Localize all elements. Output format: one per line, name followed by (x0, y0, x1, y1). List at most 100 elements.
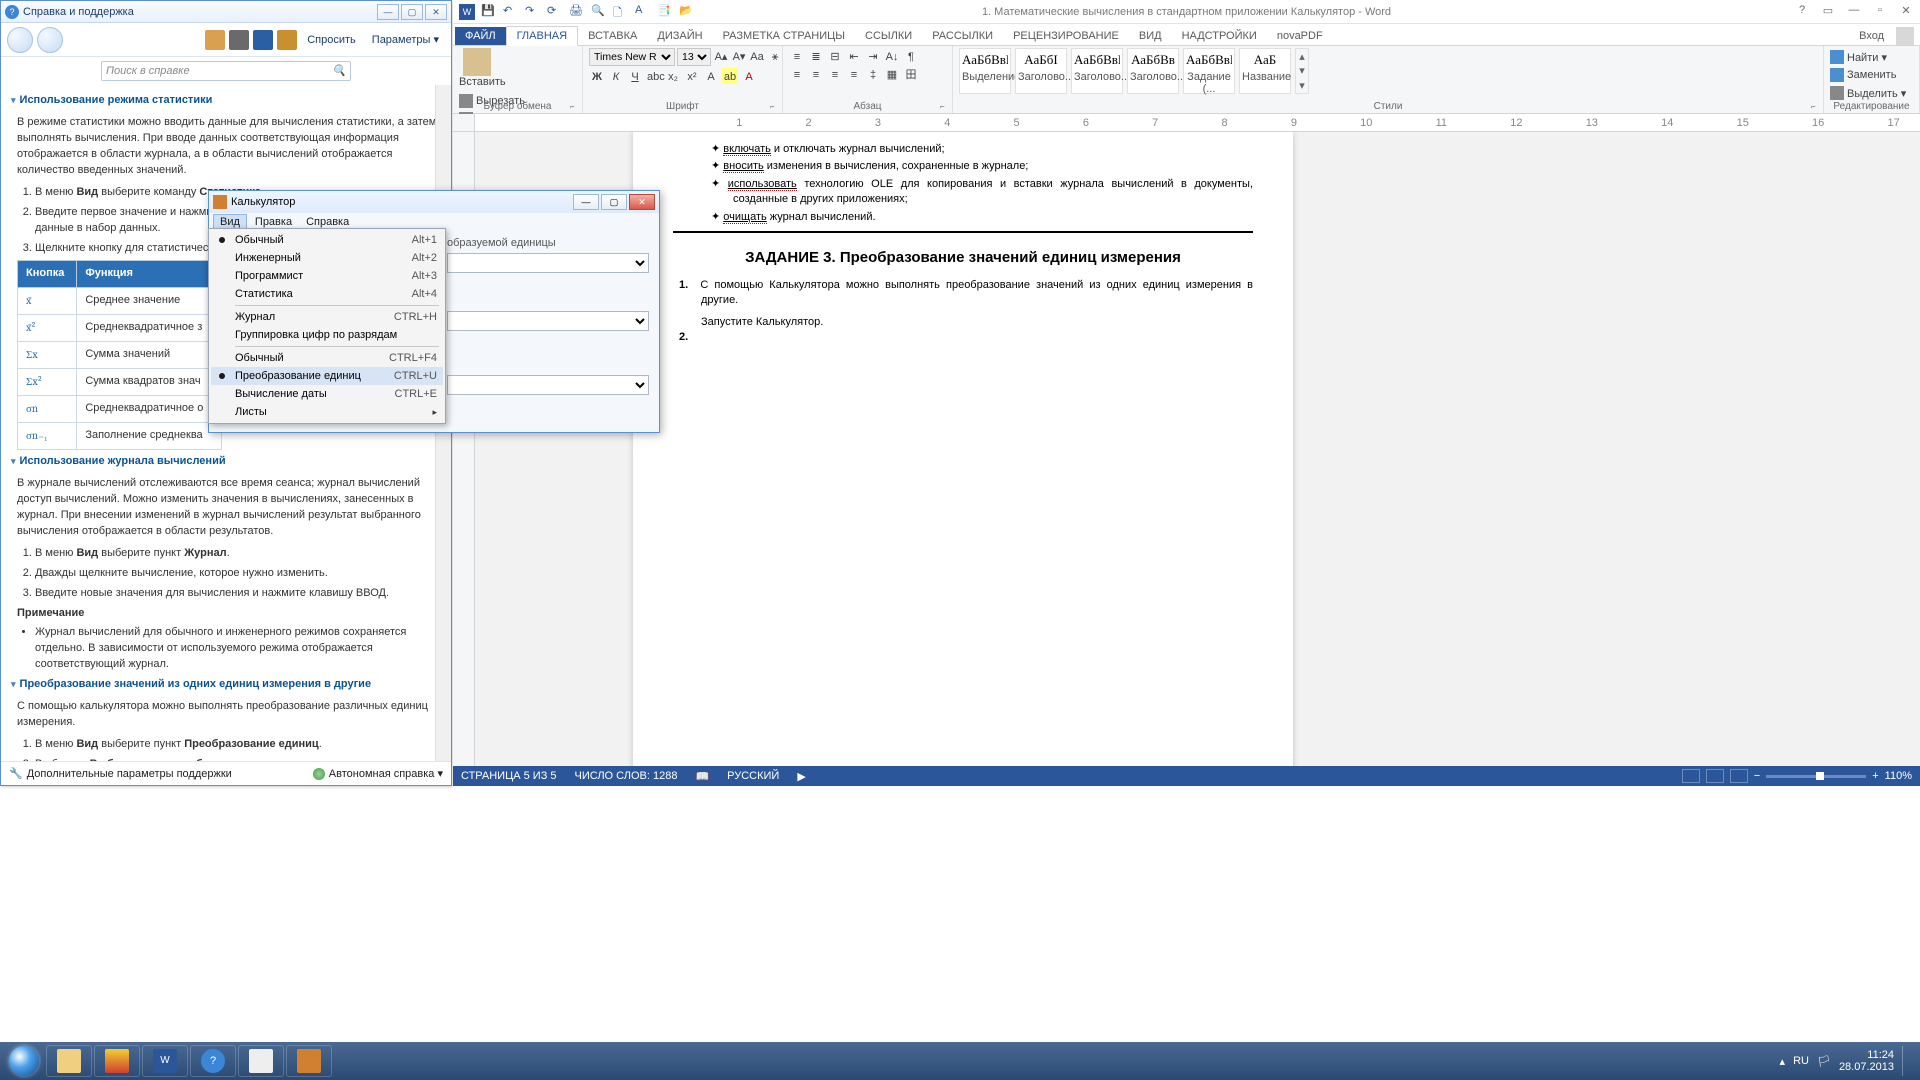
borders-icon[interactable]: 田 (903, 66, 919, 82)
word-minimize-button[interactable]: — (1846, 4, 1862, 20)
zoom-minus-icon[interactable]: − (1754, 770, 1760, 782)
dialog-launcher-icon[interactable]: ⌐ (770, 102, 780, 112)
calc-minimize-button[interactable]: — (573, 194, 599, 210)
document-area[interactable]: включать и отключать журнал вычислений; … (453, 132, 1920, 766)
redo-icon[interactable]: ↷ (525, 4, 541, 20)
section-history-head[interactable]: Использование журнала вычислений (11, 454, 441, 470)
dialog-launcher-icon[interactable]: ⌐ (1811, 102, 1821, 112)
tab-addins[interactable]: НАДСТРОЙКИ (1172, 27, 1267, 45)
find-button[interactable]: Найти ▾ (1830, 48, 1906, 66)
help-icon[interactable]: ? (1794, 4, 1810, 20)
status-macro-icon[interactable]: ▶ (797, 770, 805, 783)
qat-icon[interactable]: 🔍 (591, 4, 607, 20)
qat-icon[interactable]: ⟳ (547, 4, 563, 20)
style-tile[interactable]: АаБбІЗаголово... (1015, 48, 1067, 94)
tab-review[interactable]: РЕЦЕНЗИРОВАНИЕ (1003, 27, 1129, 45)
underline-icon[interactable]: Ч (627, 68, 643, 84)
help-close-button[interactable]: ✕ (425, 4, 447, 20)
show-desktop-button[interactable] (1902, 1046, 1910, 1076)
status-proofing-icon[interactable]: 📖 (695, 770, 709, 783)
ask-link[interactable]: Спросить (301, 32, 362, 48)
shading-icon[interactable]: ▦ (884, 66, 900, 82)
help-minimize-button[interactable]: — (377, 4, 399, 20)
font-name-select[interactable]: Times New R (589, 48, 675, 66)
shrink-font-icon[interactable]: A▾ (731, 48, 747, 64)
tray-flag-icon[interactable]: 🏳 (1817, 1055, 1831, 1068)
decrease-indent-icon[interactable]: ⇤ (846, 48, 862, 64)
unit-type-select[interactable] (447, 253, 649, 273)
word-app-icon[interactable]: W (459, 4, 475, 20)
calc-titlebar[interactable]: Калькулятор — ▢ ✕ (209, 191, 659, 213)
qat-icon[interactable]: A (635, 4, 651, 20)
open-icon[interactable]: 📂 (679, 4, 695, 20)
styles-more-button[interactable]: ▴▾▾ (1295, 48, 1309, 94)
dialog-launcher-icon[interactable]: ⌐ (570, 102, 580, 112)
line-spacing-icon[interactable]: ‡ (865, 66, 881, 82)
view-web-icon[interactable] (1730, 769, 1748, 783)
menu-item-programmer[interactable]: ПрограммистAlt+3 (211, 267, 443, 285)
view-print-icon[interactable] (1706, 769, 1724, 783)
new-doc-icon[interactable]: 🗋 (613, 4, 629, 20)
back-button[interactable] (7, 27, 33, 53)
taskbar-item-explorer[interactable] (46, 1045, 92, 1077)
forward-button[interactable] (37, 27, 63, 53)
unit-from-select[interactable] (447, 311, 649, 331)
italic-icon[interactable]: К (608, 68, 624, 84)
undo-icon[interactable]: ↶ (503, 4, 519, 20)
start-button[interactable] (4, 1045, 44, 1077)
tray-chevron-icon[interactable]: ▴ (1780, 1055, 1786, 1068)
replace-button[interactable]: Заменить (1830, 66, 1906, 84)
more-support-icon[interactable]: 🔧 (9, 767, 23, 780)
menu-item-date-calc[interactable]: Вычисление датыCTRL+E (211, 385, 443, 403)
tab-view[interactable]: ВИД (1129, 27, 1172, 45)
status-page[interactable]: СТРАНИЦА 5 ИЗ 5 (461, 770, 557, 782)
options-link[interactable]: Параметры ▾ (366, 31, 445, 48)
help-search-input[interactable]: Поиск в справке 🔍 (101, 61, 351, 81)
qat-icon[interactable]: 🖨 (569, 4, 585, 20)
menu-item-unit-conversion[interactable]: Преобразование единицCTRL+U (211, 367, 443, 385)
menu-item-standard[interactable]: ОбычныйAlt+1 (211, 231, 443, 249)
search-icon[interactable]: 🔍 (332, 64, 346, 78)
document-page[interactable]: включать и отключать журнал вычислений; … (633, 132, 1293, 766)
qat-icon[interactable]: 📑 (657, 4, 673, 20)
tray-language[interactable]: RU (1793, 1055, 1809, 1067)
menu-item-statistics[interactable]: СтатистикаAlt+4 (211, 285, 443, 303)
dialog-launcher-icon[interactable]: ⌐ (940, 102, 950, 112)
tab-novapdf[interactable]: novaPDF (1267, 27, 1333, 45)
save-icon[interactable]: 💾 (481, 4, 497, 20)
text-effects-icon[interactable]: A (703, 68, 719, 84)
subscript-icon[interactable]: x₂ (665, 68, 681, 84)
menu-help[interactable]: Справка (300, 215, 355, 229)
menu-item-history[interactable]: ЖурналCTRL+H (211, 308, 443, 326)
section-statistics-head[interactable]: Использование режима статистики (11, 93, 441, 109)
status-language[interactable]: РУССКИЙ (727, 770, 779, 782)
help-titlebar[interactable]: ? Справка и поддержка — ▢ ✕ (1, 1, 451, 23)
bold-icon[interactable]: Ж (589, 68, 605, 84)
style-tile[interactable]: АаБНазвание (1239, 48, 1291, 94)
style-tile[interactable]: АаБбВвГЗаголово... (1071, 48, 1123, 94)
help-maximize-button[interactable]: ▢ (401, 4, 423, 20)
zoom-plus-icon[interactable]: + (1872, 770, 1878, 782)
align-right-icon[interactable]: ≡ (827, 66, 843, 82)
sort-icon[interactable]: A↓ (884, 48, 900, 64)
align-center-icon[interactable]: ≡ (808, 66, 824, 82)
status-words[interactable]: ЧИСЛО СЛОВ: 1288 (575, 770, 678, 782)
tab-home[interactable]: ГЛАВНАЯ (506, 26, 578, 46)
ask-person-icon[interactable] (277, 30, 297, 50)
menu-item-basic[interactable]: ОбычныйCTRL+F4 (211, 349, 443, 367)
menu-edit[interactable]: Правка (249, 215, 298, 229)
sign-in-link[interactable]: Вход (1851, 27, 1892, 45)
more-support-link[interactable]: Дополнительные параметры поддержки (27, 768, 232, 780)
numbering-icon[interactable]: ≣ (808, 48, 824, 64)
horizontal-ruler[interactable]: 1234567891011121314151617 (453, 114, 1920, 132)
strike-icon[interactable]: abc (646, 68, 662, 84)
tab-references[interactable]: ССЫЛКИ (855, 27, 922, 45)
font-color-icon[interactable]: A (741, 68, 757, 84)
justify-icon[interactable]: ≡ (846, 66, 862, 82)
view-read-icon[interactable] (1682, 769, 1700, 783)
select-button[interactable]: Выделить ▾ (1830, 84, 1906, 102)
avatar[interactable] (1896, 27, 1914, 45)
clear-format-icon[interactable]: ⚹ (767, 48, 783, 64)
word-close-button[interactable]: ✕ (1898, 4, 1914, 20)
taskbar-item[interactable] (238, 1045, 284, 1077)
